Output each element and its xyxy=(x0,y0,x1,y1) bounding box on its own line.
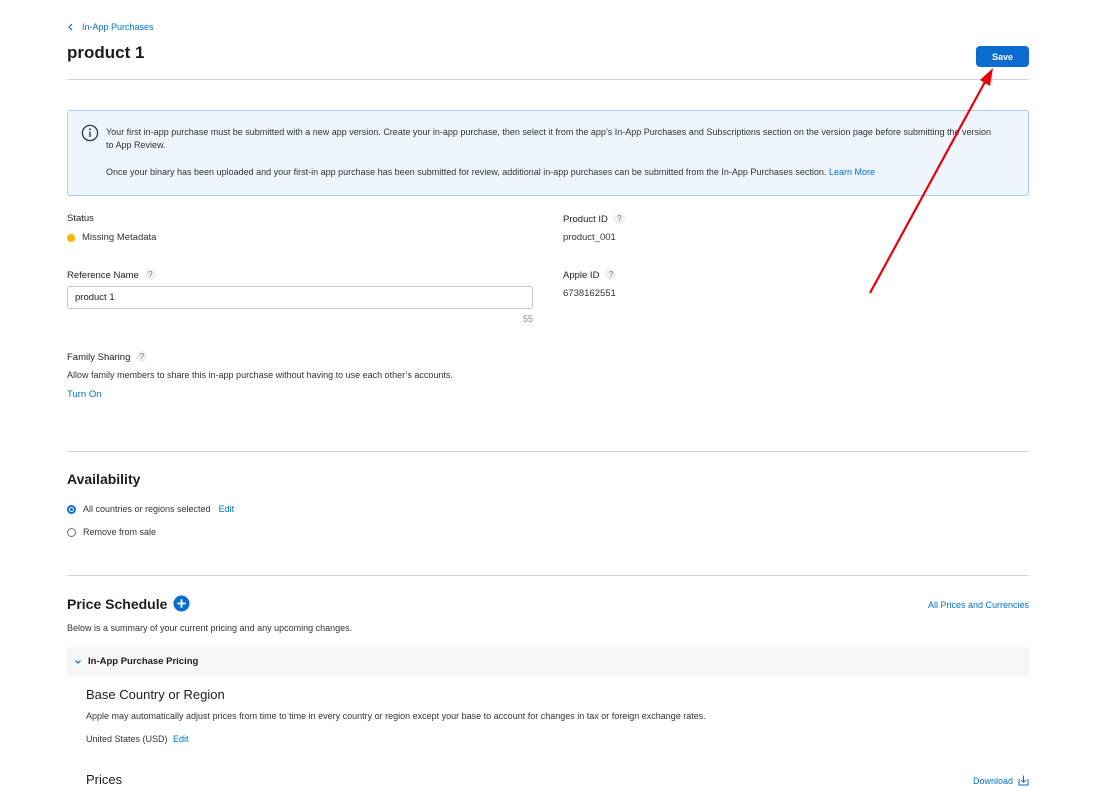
price-divider xyxy=(67,575,1029,576)
info-banner: Your first in-app purchase must be submi… xyxy=(67,110,1029,196)
help-icon[interactable]: ? xyxy=(605,269,617,280)
all-prices-link[interactable]: All Prices and Currencies xyxy=(928,600,1029,610)
header-divider xyxy=(67,79,1029,80)
chevron-left-icon xyxy=(68,23,73,31)
status-label: Status xyxy=(67,213,94,224)
reference-name-char-count: 55 xyxy=(522,314,533,324)
download-link[interactable]: Download xyxy=(973,775,1029,786)
chevron-down-icon xyxy=(75,659,81,664)
reference-name-label: Reference Name? xyxy=(67,269,156,281)
product-id-label: Product ID? xyxy=(563,213,625,225)
save-button[interactable]: Save xyxy=(976,46,1029,67)
apple-id-value: 6738162551 xyxy=(563,288,616,299)
learn-more-link[interactable]: Learn More xyxy=(829,167,875,177)
download-link-text[interactable]: Download xyxy=(973,776,1013,786)
base-country-title: Base Country or Region xyxy=(86,687,225,702)
family-sharing-label-text: Family Sharing xyxy=(67,352,131,363)
availability-option-all[interactable]: All countries or regions selected Edit xyxy=(67,504,234,514)
availability-option-remove[interactable]: Remove from sale xyxy=(67,527,156,537)
price-schedule-header: Price Schedule xyxy=(67,595,190,612)
banner-text-2-body: Once your binary has been uploaded and y… xyxy=(106,167,827,177)
info-icon xyxy=(81,124,99,142)
page-title: product 1 xyxy=(67,43,145,62)
breadcrumb-label[interactable]: In-App Purchases xyxy=(82,22,154,32)
add-price-icon[interactable] xyxy=(173,595,190,612)
apple-id-label-text: Apple ID xyxy=(563,270,600,281)
family-sharing-description: Allow family members to share this in-ap… xyxy=(67,370,453,380)
product-id-label-text: Product ID xyxy=(563,214,608,225)
help-icon[interactable]: ? xyxy=(136,351,148,362)
availability-edit-link[interactable]: Edit xyxy=(219,504,235,514)
status-value-text: Missing Metadata xyxy=(82,232,157,243)
reference-name-input[interactable] xyxy=(67,286,533,309)
apple-id-label: Apple ID? xyxy=(563,269,617,281)
download-icon xyxy=(1018,775,1029,786)
radio-unselected[interactable] xyxy=(67,527,76,537)
turn-on-link[interactable]: Turn On xyxy=(67,389,102,400)
availability-option-label: Remove from sale xyxy=(83,527,157,537)
status-indicator-icon xyxy=(67,233,75,242)
family-sharing-label: Family Sharing? xyxy=(67,351,148,363)
availability-option-label: All countries or regions selected xyxy=(83,504,211,514)
banner-text-1: Your first in-app purchase must be submi… xyxy=(106,127,991,150)
pricing-accordion-label: In-App Purchase Pricing xyxy=(88,656,199,667)
availability-divider xyxy=(67,451,1029,452)
base-country-value-text: United States (USD) xyxy=(86,734,168,744)
prices-title: Prices xyxy=(86,772,123,787)
base-country-description: Apple may automatically adjust prices fr… xyxy=(86,711,706,721)
price-schedule-title: Price Schedule xyxy=(67,595,168,612)
base-country-value: United States (USD) Edit xyxy=(86,734,189,744)
product-id-value: product_001 xyxy=(563,232,616,243)
breadcrumb[interactable]: In-App Purchases xyxy=(67,22,154,32)
price-schedule-description: Below is a summary of your current prici… xyxy=(67,623,353,633)
banner-text-2: Once your binary has been uploaded and y… xyxy=(106,166,1006,179)
reference-name-label-text: Reference Name xyxy=(67,270,139,281)
status-value: Missing Metadata xyxy=(67,232,156,243)
help-icon[interactable]: ? xyxy=(144,269,156,280)
help-icon[interactable]: ? xyxy=(613,213,625,224)
availability-title: Availability xyxy=(67,471,141,487)
pricing-accordion-header[interactable]: In-App Purchase Pricing xyxy=(67,647,1029,676)
radio-selected[interactable] xyxy=(67,504,76,514)
base-country-edit-link[interactable]: Edit xyxy=(173,734,189,744)
